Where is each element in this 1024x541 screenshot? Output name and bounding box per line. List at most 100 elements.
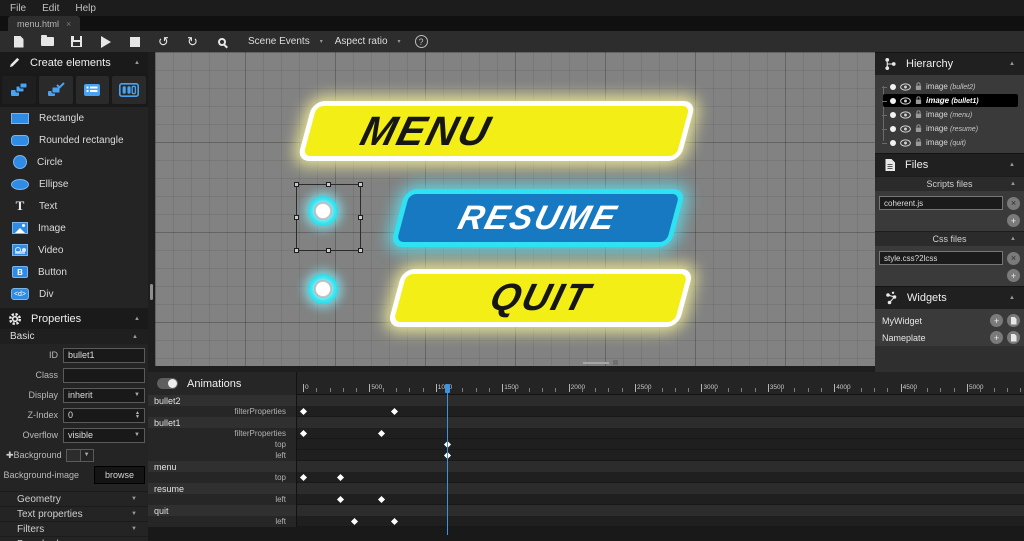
track-lane[interactable] <box>297 505 1024 516</box>
track-group-resume[interactable]: resume <box>148 483 1024 494</box>
create-item-text[interactable]: TText <box>0 195 148 217</box>
widget-row-mywidget[interactable]: MyWidget + <box>875 312 1024 329</box>
node-dot-icon[interactable] <box>890 126 896 132</box>
resize-handle[interactable] <box>326 248 331 253</box>
create-item-ellipse[interactable]: Ellipse <box>0 173 148 195</box>
track-lane[interactable] <box>297 428 1024 439</box>
properties-header[interactable]: Properties ▲ <box>0 308 148 329</box>
keyframe-diamond[interactable] <box>299 474 306 481</box>
resize-handle[interactable] <box>294 248 299 253</box>
create-item-image[interactable]: Image <box>0 217 148 239</box>
resize-handle[interactable] <box>326 182 331 187</box>
remove-script-button[interactable]: × <box>1007 197 1020 210</box>
node-dot-icon[interactable] <box>890 84 896 90</box>
eye-icon[interactable] <box>900 97 911 105</box>
section-geometry[interactable]: Geometry▼ <box>0 491 148 506</box>
widgets-header[interactable]: Widgets ▲ <box>875 286 1024 309</box>
canvas-vertical-scrollbar[interactable] <box>150 284 153 300</box>
undo-button[interactable]: ↺ <box>149 31 178 52</box>
files-header[interactable]: Files ▲ <box>875 153 1024 176</box>
animations-toggle[interactable] <box>157 378 178 389</box>
new-file-button[interactable] <box>4 31 33 52</box>
remove-css-button[interactable]: × <box>1007 252 1020 265</box>
canvas-horizontal-scrollbar[interactable] <box>583 362 609 364</box>
menu-help[interactable]: Help <box>75 3 96 14</box>
hierarchy-item-resume[interactable]: image (resume) <box>883 122 1018 135</box>
resize-handle[interactable] <box>294 182 299 187</box>
save-button[interactable] <box>62 31 91 52</box>
playhead[interactable] <box>447 385 448 535</box>
menu-edit[interactable]: Edit <box>42 3 59 14</box>
add-css-button[interactable]: + <box>1007 269 1020 282</box>
basic-section-header[interactable]: Basic ▲ <box>0 329 148 344</box>
track-group-bullet2[interactable]: bullet2 <box>148 395 1024 406</box>
display-select[interactable]: inherit ▼ <box>63 388 145 403</box>
widget-doc-button[interactable] <box>1007 314 1020 327</box>
create-item-button[interactable]: BButton <box>0 261 148 283</box>
node-dot-icon[interactable] <box>890 112 896 118</box>
keyframe-diamond[interactable] <box>378 496 385 503</box>
create-elements-header[interactable]: Create elements ▲ <box>0 52 148 73</box>
timeline-ruler[interactable]: 0500100015002000250030003500400045005000 <box>297 372 1024 395</box>
hierarchy-item-bullet1[interactable]: image (bullet1) <box>883 94 1018 107</box>
track-prop-menu-top[interactable]: top <box>148 472 1024 483</box>
hierarchy-header[interactable]: Hierarchy ▲ <box>875 52 1024 75</box>
create-item-video[interactable]: Video <box>0 239 148 261</box>
resize-handle[interactable] <box>358 215 363 220</box>
eye-icon[interactable] <box>900 83 911 91</box>
collapse-icon[interactable]: ▲ <box>1009 61 1015 67</box>
quit-button-element[interactable]: QUIT <box>387 269 694 327</box>
keyframe-diamond[interactable] <box>391 518 398 525</box>
track-prop-bullet1-filterProperties[interactable]: filterProperties <box>148 428 1024 439</box>
widget-row-nameplate[interactable]: Nameplate + <box>875 329 1024 346</box>
background-color-swatch[interactable] <box>66 449 81 462</box>
resize-handle[interactable] <box>358 182 363 187</box>
track-lane[interactable] <box>297 483 1024 494</box>
create-item-circle[interactable]: Circle <box>0 151 148 173</box>
resume-button-element[interactable]: RESUME <box>390 189 686 247</box>
browse-button[interactable]: browse <box>94 466 145 484</box>
track-prop-bullet1-top[interactable]: top <box>148 439 1024 450</box>
track-lane[interactable] <box>297 406 1024 417</box>
lock-icon[interactable] <box>915 82 922 91</box>
tab-close-icon[interactable]: × <box>66 19 71 29</box>
section-box-shadow[interactable]: Box shadow▼ <box>0 536 148 541</box>
track-group-bullet1[interactable]: bullet1 <box>148 417 1024 428</box>
aspect-ratio-dropdown[interactable]: Aspect ratio ▾ <box>335 36 401 47</box>
tab-shapes[interactable] <box>2 76 36 104</box>
track-group-quit[interactable]: quit <box>148 505 1024 516</box>
track-lane[interactable] <box>297 494 1024 505</box>
track-prop-bullet2-filterProperties[interactable]: filterProperties <box>148 406 1024 417</box>
menu-button-element[interactable]: MENU <box>297 101 696 161</box>
hierarchy-item-menu[interactable]: image (menu) <box>883 108 1018 121</box>
track-lane[interactable] <box>297 461 1024 472</box>
stepper-arrows-icon[interactable]: ▲▼ <box>135 411 140 419</box>
keyframe-diamond[interactable] <box>351 518 358 525</box>
tab-shapes-check[interactable] <box>39 76 73 104</box>
bullet2-element[interactable] <box>308 274 338 304</box>
add-widget-button[interactable]: + <box>990 331 1003 344</box>
widget-doc-button[interactable] <box>1007 331 1020 344</box>
playhead-marker[interactable] <box>445 384 450 393</box>
lock-icon[interactable] <box>915 96 922 105</box>
eye-icon[interactable] <box>900 111 911 119</box>
node-dot-icon[interactable] <box>890 98 896 104</box>
section-text-properties[interactable]: Text properties▼ <box>0 506 148 521</box>
hierarchy-item-quit[interactable]: image (quit) <box>883 136 1018 149</box>
tab-menu-html[interactable]: menu.html × <box>8 16 80 31</box>
create-item-rect[interactable]: Rectangle <box>0 107 148 129</box>
track-prop-quit-left[interactable]: left <box>148 516 1024 527</box>
keyframe-diamond[interactable] <box>378 430 385 437</box>
track-lane[interactable] <box>297 472 1024 483</box>
keyframe-diamond[interactable] <box>337 496 344 503</box>
css-files-header[interactable]: Css files ▲ <box>875 231 1024 246</box>
track-lane[interactable] <box>297 417 1024 428</box>
lock-icon[interactable] <box>915 110 922 119</box>
lock-icon[interactable] <box>915 124 922 133</box>
play-button[interactable] <box>91 31 120 52</box>
track-group-menu[interactable]: menu <box>148 461 1024 472</box>
track-lane[interactable] <box>297 395 1024 406</box>
track-lane[interactable] <box>297 439 1024 450</box>
keyframe-diamond[interactable] <box>299 408 306 415</box>
add-widget-button[interactable]: + <box>990 314 1003 327</box>
